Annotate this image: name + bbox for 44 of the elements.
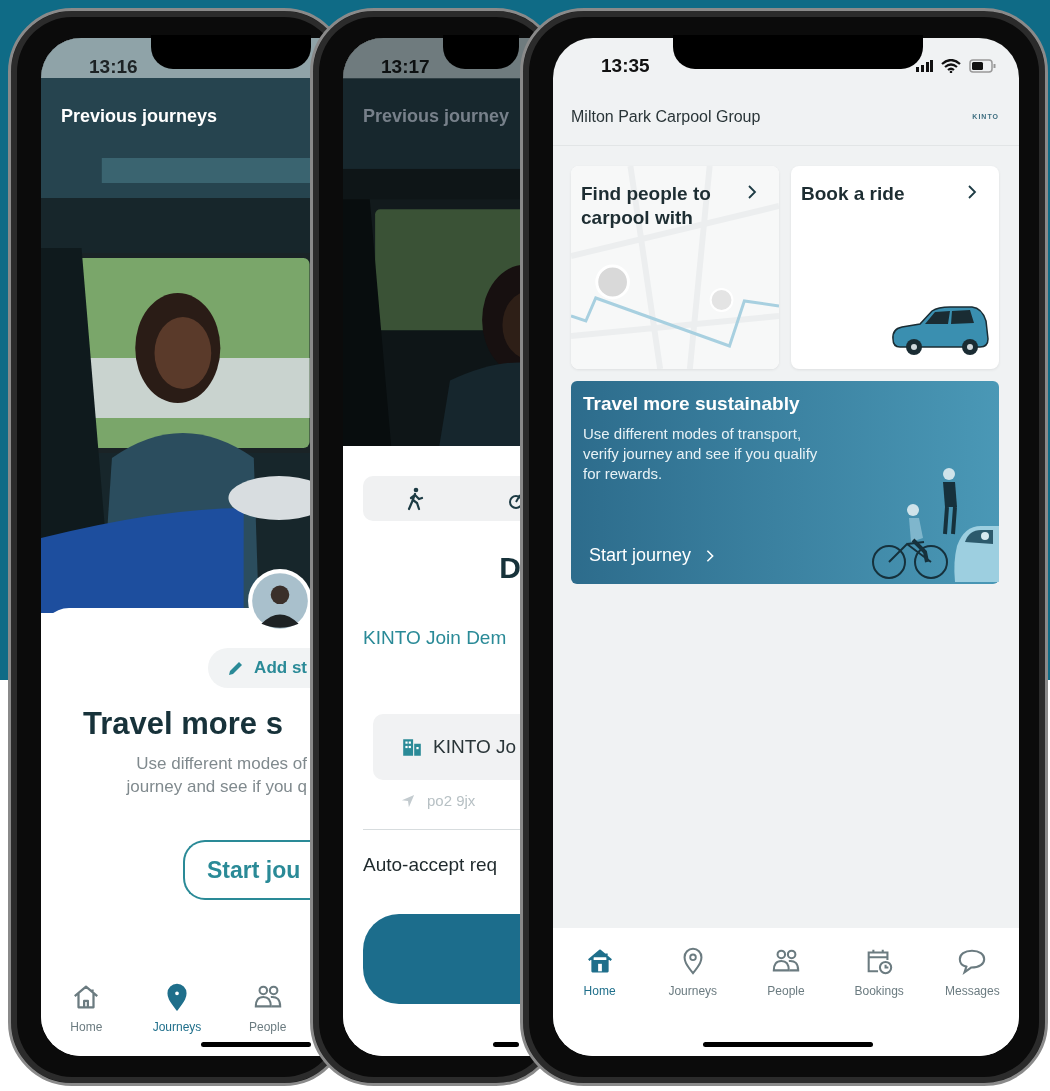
signal-icon bbox=[915, 60, 933, 72]
status-time: 13:35 bbox=[601, 55, 650, 77]
nav-tab[interactable]: Journeys bbox=[652, 946, 733, 998]
home-indicator bbox=[493, 1042, 519, 1047]
sustainability-banner[interactable]: Travel more sustainably Use different modes of transport, verify journey and see if you qualify for rewards. Start journey bbox=[571, 381, 999, 584]
card-title: Find people to carpool with bbox=[581, 182, 712, 230]
heading: Travel more s bbox=[83, 706, 284, 742]
banner-title: Travel more sustainably bbox=[583, 393, 801, 415]
location-field[interactable]: KINTO Jo bbox=[373, 714, 521, 780]
start-journey-link[interactable]: Start journey bbox=[589, 545, 716, 566]
banner-description: Use different modes of transport, verify journey and see if you qualify for rewards. bbox=[583, 424, 819, 484]
nav-tab[interactable]: Journeys bbox=[131, 982, 223, 1034]
building-icon bbox=[401, 736, 423, 758]
nav-tab[interactable]: Home bbox=[559, 946, 640, 998]
screen-title: Previous journeys bbox=[61, 106, 218, 127]
description-text: Use different modes of bbox=[136, 753, 307, 775]
card-title: Book a ride bbox=[801, 182, 906, 206]
description-text: journey and see if you q bbox=[126, 776, 307, 798]
nav-tab[interactable]: Bookings bbox=[839, 946, 920, 998]
chevron-right-icon bbox=[705, 548, 716, 563]
screen-title: Previous journey bbox=[363, 106, 510, 127]
nav-tab[interactable]: People bbox=[745, 946, 826, 998]
travel-mode-selector[interactable] bbox=[363, 476, 521, 521]
status-time: 13:16 bbox=[89, 56, 138, 78]
feature-card[interactable]: Book a ride bbox=[791, 166, 999, 369]
nav-tab[interactable]: People bbox=[222, 982, 313, 1034]
start-journey-button[interactable]: Start jou bbox=[183, 840, 313, 900]
group-name: Milton Park Carpool Group bbox=[571, 107, 761, 126]
wifi-icon bbox=[941, 59, 961, 73]
auto-accept-label: Auto-accept req bbox=[363, 854, 499, 876]
nav-tab[interactable]: Home bbox=[41, 982, 132, 1034]
navigation-arrow-icon bbox=[401, 793, 415, 808]
walking-person-icon bbox=[405, 486, 425, 511]
add-status-button[interactable]: Add st bbox=[208, 648, 313, 688]
chevron-right-icon bbox=[747, 184, 757, 200]
status-time: 13:17 bbox=[381, 56, 430, 78]
nav-tab[interactable]: Messages bbox=[932, 946, 1013, 998]
confirm-button[interactable] bbox=[363, 914, 521, 1004]
postcode-text: po2 9jx bbox=[427, 792, 476, 809]
battery-icon bbox=[969, 59, 997, 73]
chevron-right-icon bbox=[967, 184, 977, 200]
heading: D bbox=[499, 551, 521, 585]
feature-card[interactable]: Find people to carpool with bbox=[571, 166, 779, 369]
organisation-link[interactable]: KINTO Join Dem bbox=[363, 627, 521, 649]
